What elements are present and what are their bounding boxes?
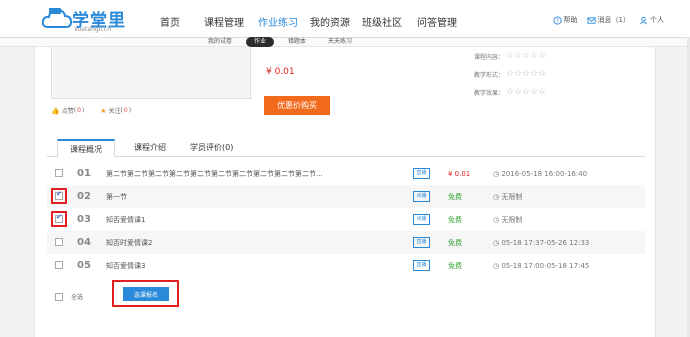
lesson-number: 02 [77, 191, 91, 202]
likes-label: 点赞 [61, 108, 74, 115]
lesson-checkbox[interactable] [55, 261, 63, 269]
course-tabs: 课程概况 课程介绍 学员评价(0) [47, 139, 645, 157]
lesson-time: ◷ 无限制 [493, 192, 522, 202]
lesson-number: 05 [77, 260, 91, 271]
enroll-button[interactable]: 选课报名 [123, 287, 169, 301]
lesson-row[interactable]: 05 知否爱情课3 直播 免费 ◷ 05-18 17:00-05-18 17:4… [47, 254, 645, 277]
lesson-time: ◷ 2016-05-18 16:00-16:40 [493, 170, 587, 178]
course-panel: 👍 点赞(0) ★ 关注(0) ¥ 0.01 优惠价购买 课程内容： ☆☆☆☆☆… [34, 47, 656, 337]
rating-row: 教学效果： ☆☆☆☆☆ [450, 83, 546, 101]
lesson-title[interactable]: 知否爱情课1 [106, 215, 336, 225]
select-all-checkbox[interactable] [55, 293, 63, 301]
lesson-time-text: 05-18 17:37-05-26 12:33 [501, 238, 590, 247]
lesson-title[interactable]: 知否爱情课3 [106, 261, 336, 271]
likes-stat[interactable]: 👍 点赞(0) [51, 106, 84, 116]
rating-label: 教学形式： [473, 71, 504, 79]
lesson-number: 04 [77, 237, 91, 248]
subnav-mistake-book[interactable]: 错题本 [280, 37, 314, 47]
lesson-row[interactable]: 04 知否时爱情课2 直播 免费 ◷ 05-18 17:37-05-26 12:… [47, 231, 645, 254]
lesson-checkbox[interactable] [55, 238, 63, 246]
subnav-my-papers[interactable]: 我的试卷 [200, 37, 240, 47]
follows-label: 关注 [108, 108, 121, 115]
lesson-row[interactable]: 02 第一节 点播 免费 ◷ 无限制 [47, 185, 645, 208]
profile-link[interactable]: 个人 [639, 15, 664, 25]
follows-count: 0 [123, 107, 128, 114]
help-link[interactable]: ? 帮助 [552, 15, 578, 25]
nav-item-home[interactable]: 首页 [160, 14, 204, 29]
lesson-title[interactable]: 第二节第二节第二节第二节第二节第二节第二节第二节第二节第二节... [106, 169, 336, 179]
lesson-time-text: 2016-05-18 16:00-16:40 [501, 169, 588, 178]
lesson-time: ◷ 无限制 [493, 215, 522, 225]
lesson-time: ◷ 05-18 17:00-05-18 17:45 [493, 262, 589, 270]
enroll-highlight: 选课报名 [112, 280, 179, 307]
subnav-daily-practice[interactable]: 天天练习 [320, 37, 360, 47]
brand-domain: xuetangli.cn [74, 26, 112, 33]
course-stats: 👍 点赞(0) ★ 关注(0) [51, 106, 147, 116]
lesson-price: 免费 [448, 192, 462, 201]
thumbs-up-icon: 👍 [51, 106, 60, 115]
profile-label: 个人 [650, 16, 664, 24]
lesson-title[interactable]: 第一节 [106, 192, 336, 202]
user-icon [639, 16, 648, 24]
lesson-type-badge: 直播 [413, 237, 430, 248]
nav-item-homework[interactable]: 作业练习 [258, 14, 310, 29]
lesson-price: ¥ 0.01 [448, 169, 471, 178]
sub-nav: 我的试卷 作业 错题本 天天练习 [200, 37, 366, 47]
logo[interactable]: 学堂里 xuetangli.cn [42, 4, 127, 34]
discount-buy-button[interactable]: 优惠价购买 [264, 96, 330, 115]
course-thumbnail [51, 47, 251, 99]
course-price: ¥ 0.01 [266, 67, 295, 77]
lesson-price: 免费 [448, 215, 462, 224]
nav-item-course-management[interactable]: 课程管理 [204, 14, 258, 29]
messages-label: 消息（1） [597, 16, 630, 24]
help-icon: ? [552, 15, 562, 24]
tab-course-intro[interactable]: 课程介绍 [134, 139, 166, 157]
course-ratings: 课程内容： ☆☆☆☆☆ 教学形式： ☆☆☆☆☆ 教学效果： ☆☆☆☆☆ [450, 47, 546, 101]
lesson-time: ◷ 05-18 17:37-05-26 12:33 [493, 239, 589, 247]
lesson-time-text: 无限制 [501, 215, 523, 224]
lesson-number: 01 [77, 168, 91, 179]
lesson-checkbox[interactable] [55, 213, 63, 223]
main-nav: 首页 课程管理 作业练习 我的资源 班级社区 问答管理 [160, 14, 465, 29]
lesson-price: 免费 [448, 238, 462, 247]
star-icon: ★ [100, 106, 107, 115]
lesson-type-badge: 点播 [413, 214, 430, 225]
lesson-price: 免费 [448, 261, 462, 270]
rating-stars[interactable]: ☆☆☆☆☆ [506, 87, 546, 97]
follows-stat[interactable]: ★ 关注(0) [100, 106, 131, 116]
lesson-type-badge: 点播 [413, 191, 430, 202]
lesson-row[interactable]: 03 知否爱情课1 点播 免费 ◷ 无限制 [47, 208, 645, 231]
rating-stars[interactable]: ☆☆☆☆☆ [506, 69, 546, 79]
rating-label: 教学效果： [473, 89, 504, 97]
lesson-time-text: 无限制 [501, 192, 523, 201]
svg-text:?: ? [556, 18, 559, 24]
select-all-label[interactable]: 全选 [71, 292, 83, 301]
lesson-type-badge: 直播 [413, 168, 430, 179]
lesson-checkbox[interactable] [55, 190, 63, 200]
lesson-type-badge: 直播 [413, 260, 430, 271]
top-header: 学堂里 xuetangli.cn 首页 课程管理 作业练习 我的资源 班级社区 … [0, 0, 690, 37]
likes-count: 0 [77, 107, 81, 114]
rating-stars[interactable]: ☆☆☆☆☆ [506, 51, 546, 61]
subnav-homework[interactable]: 作业 [246, 37, 275, 47]
mail-icon [586, 16, 596, 24]
lesson-title[interactable]: 知否时爱情课2 [106, 238, 336, 248]
rating-row: 课程内容： ☆☆☆☆☆ [450, 47, 546, 65]
nav-item-class-community[interactable]: 班级社区 [362, 14, 417, 29]
nav-item-resources[interactable]: 我的资源 [310, 14, 362, 29]
lesson-number: 03 [77, 214, 91, 225]
user-links: ? 帮助 消息（1） 个人 [544, 15, 664, 25]
help-label: 帮助 [563, 16, 578, 24]
nav-item-qa-management[interactable]: 问答管理 [417, 14, 465, 29]
rating-row: 教学形式： ☆☆☆☆☆ [450, 65, 546, 83]
tab-course-overview[interactable]: 课程概况 [57, 139, 115, 157]
lesson-time-text: 05-18 17:00-05-18 17:45 [501, 261, 590, 270]
lesson-checkbox[interactable] [55, 169, 63, 177]
tab-student-reviews[interactable]: 学员评价(0) [190, 139, 233, 157]
messages-link[interactable]: 消息（1） [586, 15, 630, 25]
cloud-logo-icon [42, 8, 72, 28]
rating-label: 课程内容： [473, 53, 504, 61]
lesson-row[interactable]: 01 第二节第二节第二节第二节第二节第二节第二节第二节第二节第二节... 直播 … [47, 162, 645, 185]
